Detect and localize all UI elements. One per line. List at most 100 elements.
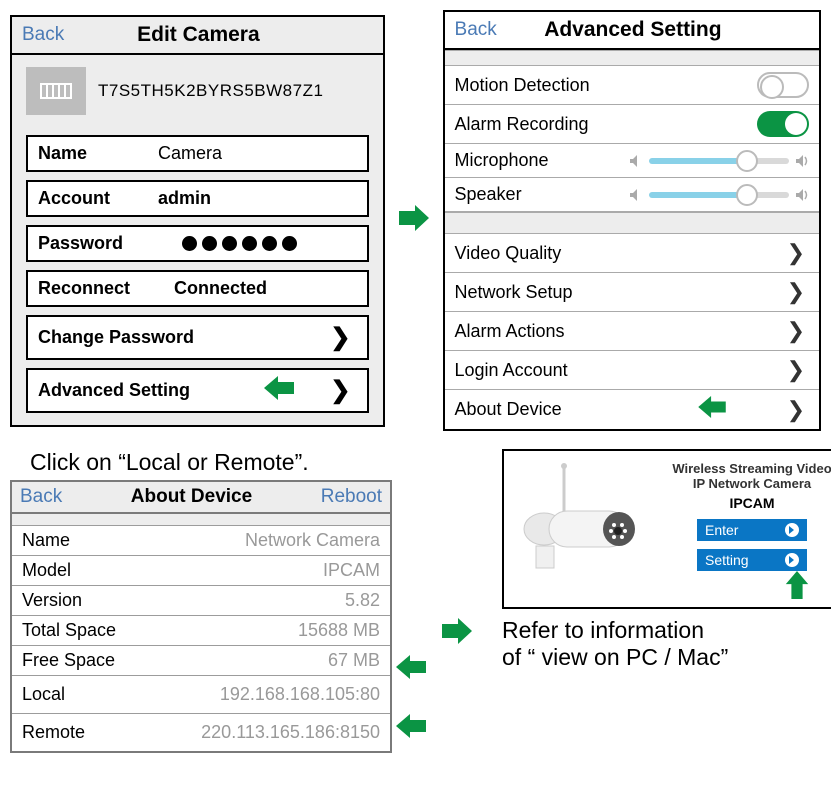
web-model: IPCAM — [664, 495, 831, 511]
alarm-recording-toggle[interactable] — [757, 111, 809, 137]
about-remote-label: Remote — [22, 722, 85, 743]
reconnect-label: Reconnect — [38, 278, 158, 299]
advanced-setting-panel: Back Advanced Setting Motion Detection A… — [443, 10, 821, 431]
motion-detection-row[interactable]: Motion Detection — [445, 66, 819, 105]
enter-button[interactable]: Enter — [697, 519, 807, 541]
hint-arrow-icon — [754, 571, 831, 604]
about-device-label: About Device — [455, 399, 697, 420]
divider — [445, 50, 819, 66]
divider — [445, 212, 819, 234]
account-value: admin — [158, 188, 357, 209]
microphone-slider[interactable] — [649, 158, 789, 164]
edit-camera-panel: Back Edit Camera T7S5TH5K2BYRS5BW87Z1 Na… — [10, 15, 385, 427]
about-name-label: Name — [22, 530, 70, 551]
alarm-recording-row[interactable]: Alarm Recording — [445, 105, 819, 144]
pc-text-1: Refer to information — [502, 617, 831, 644]
hint-arrow-icon — [396, 714, 426, 743]
about-model-row: Model IPCAM — [12, 556, 390, 586]
volume-high-icon — [795, 188, 809, 202]
chevron-right-icon: ❯ — [787, 318, 805, 344]
video-quality-label: Video Quality — [455, 243, 787, 264]
about-version-row: Version 5.82 — [12, 586, 390, 616]
microphone-label: Microphone — [455, 150, 629, 171]
page-title: Edit Camera — [64, 23, 332, 47]
flow-arrow-icon — [393, 203, 435, 238]
motion-detection-toggle[interactable] — [757, 72, 809, 98]
chevron-right-icon: ❯ — [787, 279, 805, 305]
advanced-setting-row[interactable]: Advanced Setting ❯ — [26, 368, 369, 413]
camera-id-row: T7S5TH5K2BYRS5BW87Z1 — [12, 55, 383, 127]
about-local-row[interactable]: Local 192.168.168.105:80 — [12, 676, 390, 714]
chevron-right-icon: ❯ — [330, 376, 350, 405]
password-dots — [182, 236, 297, 251]
motion-detection-label: Motion Detection — [455, 75, 757, 96]
volume-high-icon — [795, 154, 809, 168]
web-interface-panel: Wireless Streaming Video IP Network Came… — [502, 449, 831, 609]
login-account-row[interactable]: Login Account ❯ — [445, 351, 819, 390]
speaker-label: Speaker — [455, 184, 629, 205]
about-free-space-row: Free Space 67 MB — [12, 646, 390, 676]
network-setup-label: Network Setup — [455, 282, 787, 303]
advanced-setting-label: Advanced Setting — [38, 380, 190, 401]
speaker-slider[interactable] — [649, 192, 789, 198]
back-button[interactable]: Back — [22, 24, 64, 46]
about-total-space-value: 15688 MB — [298, 620, 380, 641]
name-field[interactable]: Name Camera — [26, 135, 369, 172]
web-title-2: IP Network Camera — [664, 476, 831, 491]
about-device-row[interactable]: About Device ❯ — [445, 390, 819, 429]
network-setup-row[interactable]: Network Setup ❯ — [445, 273, 819, 312]
pc-text-2: of “ view on PC / Mac” — [502, 644, 831, 671]
reconnect-value: Connected — [174, 278, 357, 299]
reconnect-field[interactable]: Reconnect Connected — [26, 270, 369, 307]
about-remote-row[interactable]: Remote 220.113.165.186:8150 — [12, 714, 390, 751]
about-total-space-row: Total Space 15688 MB — [12, 616, 390, 646]
chevron-right-icon: ❯ — [330, 323, 350, 352]
about-model-label: Model — [22, 560, 71, 581]
about-model-value: IPCAM — [323, 560, 380, 581]
login-account-label: Login Account — [455, 360, 787, 381]
about-name-value: Network Camera — [245, 530, 380, 551]
page-title: Advanced Setting — [497, 18, 769, 42]
change-password-row[interactable]: Change Password ❯ — [26, 315, 369, 360]
password-field[interactable]: Password — [26, 225, 369, 262]
titlebar: Back About Device Reboot — [12, 482, 390, 514]
hint-arrow-icon — [396, 655, 426, 684]
back-button[interactable]: Back — [455, 19, 497, 41]
chevron-right-icon: ❯ — [787, 357, 805, 383]
back-button[interactable]: Back — [20, 486, 62, 508]
account-label: Account — [38, 188, 158, 209]
volume-low-icon — [629, 188, 643, 202]
about-version-value: 5.82 — [345, 590, 380, 611]
titlebar: Back Advanced Setting — [445, 12, 819, 50]
volume-low-icon — [629, 154, 643, 168]
chevron-right-icon: ❯ — [787, 240, 805, 266]
titlebar: Back Edit Camera — [12, 17, 383, 55]
enter-label: Enter — [705, 522, 738, 538]
setting-label: Setting — [705, 552, 749, 568]
about-free-space-label: Free Space — [22, 650, 115, 671]
reboot-button[interactable]: Reboot — [321, 486, 382, 508]
about-local-label: Local — [22, 684, 65, 705]
about-remote-value: 220.113.165.186:8150 — [201, 722, 380, 743]
arrow-circle-icon — [785, 523, 799, 537]
about-free-space-value: 67 MB — [328, 650, 380, 671]
name-value: Camera — [158, 143, 357, 164]
video-quality-row[interactable]: Video Quality ❯ — [445, 234, 819, 273]
arrow-circle-icon — [785, 553, 799, 567]
alarm-actions-row[interactable]: Alarm Actions ❯ — [445, 312, 819, 351]
camera-icon — [26, 67, 86, 115]
account-field[interactable]: Account admin — [26, 180, 369, 217]
camera-image — [514, 461, 654, 581]
instruction-text: Click on “Local or Remote”. — [30, 449, 426, 476]
setting-button[interactable]: Setting — [697, 549, 807, 571]
flow-arrow-icon — [436, 616, 478, 646]
divider — [12, 514, 390, 526]
web-title-1: Wireless Streaming Video — [664, 461, 831, 476]
alarm-recording-label: Alarm Recording — [455, 114, 757, 135]
about-total-space-label: Total Space — [22, 620, 116, 641]
hint-arrow-icon — [264, 376, 294, 405]
change-password-label: Change Password — [38, 327, 194, 348]
about-local-value: 192.168.168.105:80 — [220, 684, 380, 705]
chevron-right-icon: ❯ — [787, 397, 805, 423]
page-title: About Device — [62, 486, 320, 508]
